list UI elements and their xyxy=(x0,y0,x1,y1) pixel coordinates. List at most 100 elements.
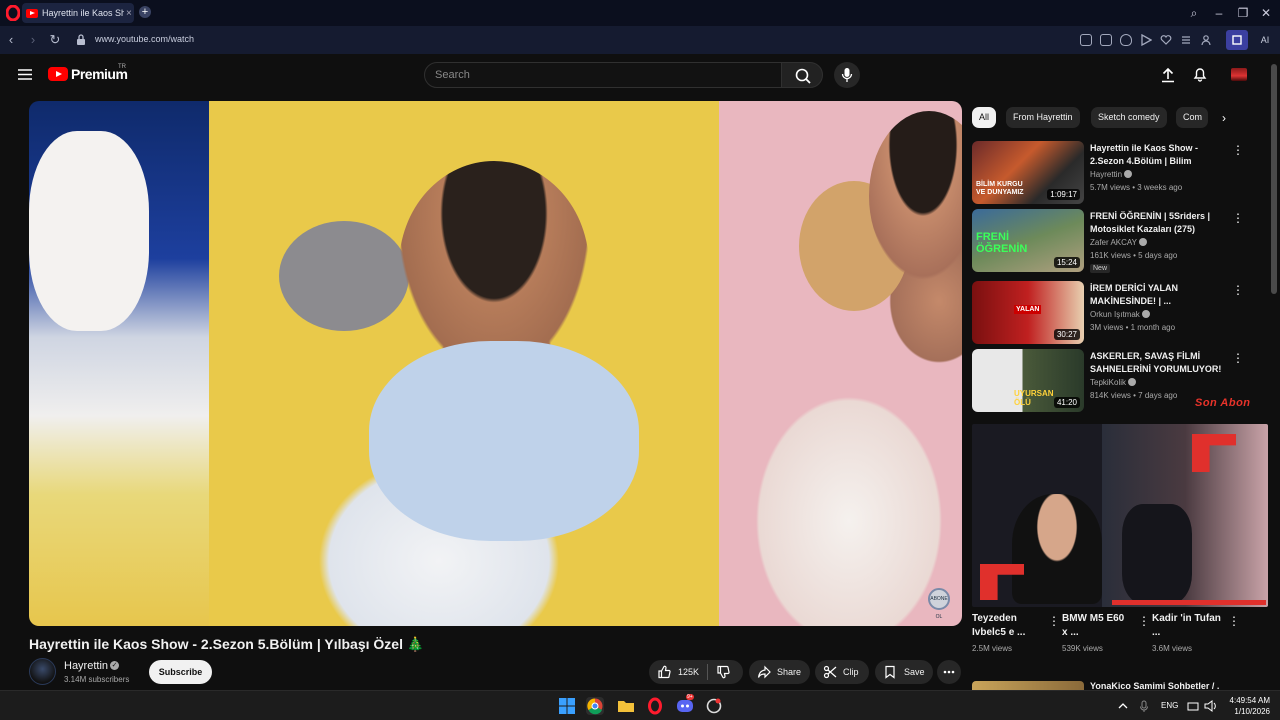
recommendation-thumbnail[interactable]: UYURSAN ÖLÜ 41:20 xyxy=(972,349,1084,412)
reload-icon[interactable]: ↻ xyxy=(47,32,63,48)
recommendation-meta: 5.7M views • 3 weeks ago xyxy=(1090,183,1183,192)
chevron-right-icon[interactable]: › xyxy=(1216,110,1232,126)
share-button[interactable]: Share xyxy=(749,660,810,684)
shorts-item[interactable]: Kadir 'in Tufan ... 3.6M views ⋮ xyxy=(1152,612,1240,653)
minimize-icon[interactable]: – xyxy=(1211,5,1227,21)
next-recommendation-title[interactable]: YonaKico Samimi Sohbetler / ... xyxy=(1090,681,1220,690)
network-icon[interactable] xyxy=(1187,697,1199,715)
opera-gx-icon[interactable] xyxy=(705,697,723,715)
video-duration: 41:20 xyxy=(1053,397,1080,408)
shorts-item[interactable]: BMW M5 E60 x ... 539K views ⋮ xyxy=(1062,612,1150,653)
search-input[interactable] xyxy=(425,63,781,87)
maximize-icon[interactable]: ❐ xyxy=(1235,5,1251,21)
chip-all[interactable]: All xyxy=(972,107,997,128)
volume-icon[interactable] xyxy=(1204,697,1218,715)
video-frame-pillow xyxy=(279,221,409,331)
recommendation-channel[interactable]: TepkiKolik xyxy=(1090,378,1137,387)
windows-taskbar: 9+ ENG 4:49:54 AM 1/10/2026 xyxy=(0,690,1280,720)
recommendation-thumbnail[interactable]: YALAN 30:27 xyxy=(972,281,1084,344)
abone-ol-watermark[interactable]: ABONE OL xyxy=(928,588,950,620)
tab-close-icon[interactable]: × xyxy=(126,8,132,19)
opera-logo-icon[interactable] xyxy=(6,5,20,21)
upload-icon[interactable] xyxy=(1160,67,1176,83)
camera-icon[interactable] xyxy=(1100,34,1112,46)
recommendation-channel[interactable]: Orkun Işıtmak xyxy=(1090,310,1150,319)
recommendation-title[interactable]: İREM DERİCİ YALAN MAKİNESİNDE! | ... xyxy=(1090,282,1226,308)
chevron-up-icon[interactable] xyxy=(1117,697,1129,715)
next-recommendation-thumbnail[interactable] xyxy=(972,681,1084,690)
recommendation-item[interactable]: YALAN 30:27 İREM DERİCİ YALAN MAKİNESİND… xyxy=(972,281,1257,345)
microphone-tray-icon[interactable] xyxy=(1138,697,1150,715)
short-title[interactable]: Teyzeden Ivbelc5 e ... xyxy=(972,612,1042,640)
channel-avatar[interactable] xyxy=(29,658,56,685)
scrollbar-thumb[interactable] xyxy=(1271,64,1277,294)
taskbar-clock[interactable]: 4:49:54 AM 1/10/2026 xyxy=(1222,695,1270,717)
hamburger-menu-icon[interactable] xyxy=(18,69,32,80)
more-vert-icon[interactable]: ⋮ xyxy=(1232,283,1244,297)
video-player[interactable]: ABONE OL xyxy=(29,101,962,626)
forward-icon[interactable]: › xyxy=(25,32,41,48)
chip-sketch-comedy[interactable]: Sketch comedy xyxy=(1091,107,1167,128)
more-vert-icon[interactable]: ⋮ xyxy=(1232,211,1244,225)
channel-name[interactable]: Hayrettin xyxy=(64,660,108,672)
close-window-icon[interactable]: ✕ xyxy=(1258,5,1274,21)
voice-search-mic-icon[interactable] xyxy=(834,62,860,88)
shield-icon[interactable] xyxy=(1120,34,1132,46)
save-button[interactable]: Save xyxy=(875,660,933,684)
notifications-bell-icon[interactable] xyxy=(1192,66,1208,82)
edit-icon[interactable] xyxy=(1080,34,1092,46)
like-dislike-group: 125K xyxy=(649,660,743,684)
heart-icon[interactable] xyxy=(1160,34,1172,46)
more-vert-icon[interactable]: ⋮ xyxy=(1048,614,1060,628)
search-tabs-icon[interactable]: ⌕ xyxy=(1186,5,1202,21)
verified-check-icon xyxy=(1128,378,1137,386)
account-avatar[interactable] xyxy=(1231,68,1247,81)
search-button[interactable] xyxy=(781,62,823,88)
play-icon[interactable] xyxy=(1140,34,1152,46)
more-vert-icon[interactable]: ⋮ xyxy=(1138,614,1150,628)
video-frame-blue-bib xyxy=(369,341,639,541)
opera-taskbar-icon[interactable] xyxy=(646,697,664,715)
more-vert-icon[interactable]: ⋮ xyxy=(1232,143,1244,157)
profile-icon[interactable] xyxy=(1200,34,1212,46)
browser-tab[interactable]: Hayrettin ile Kaos Show - × xyxy=(22,3,134,23)
dislike-button[interactable] xyxy=(708,665,730,679)
page-scrollbar[interactable] xyxy=(1268,54,1280,690)
recommendation-title[interactable]: Hayrettin ile Kaos Show - 2.Sezon 4.Bölü… xyxy=(1090,142,1226,168)
url-field[interactable]: www.youtube.com/watch xyxy=(95,34,194,44)
language-indicator[interactable]: ENG xyxy=(1161,701,1178,710)
more-actions-button[interactable] xyxy=(937,660,961,684)
recommendation-title[interactable]: ASKERLER, SAVAŞ FİLMİ SAHNELERİNİ YORUML… xyxy=(1090,350,1226,376)
chip-comedy[interactable]: Com xyxy=(1176,107,1208,128)
recommendation-channel[interactable]: Zafer AKCAY xyxy=(1090,238,1147,247)
discord-icon[interactable]: 9+ xyxy=(676,694,694,715)
new-tab-button[interactable]: + xyxy=(139,6,151,18)
chrome-icon[interactable] xyxy=(586,697,604,715)
windows-start-icon[interactable] xyxy=(558,697,576,715)
short-title[interactable]: BMW M5 E60 x ... xyxy=(1062,612,1132,640)
back-icon[interactable]: ‹ xyxy=(3,32,19,48)
recommendation-channel[interactable]: Hayrettin xyxy=(1090,170,1133,179)
recommendation-item[interactable]: BİLİM KURGU VE DUNYAMIZ 1:09:17 Hayretti… xyxy=(972,141,1257,205)
more-vert-icon[interactable]: ⋮ xyxy=(1232,351,1244,365)
more-vert-icon[interactable]: ⋮ xyxy=(1228,614,1240,628)
short-title[interactable]: Kadir 'in Tufan ... xyxy=(1152,612,1222,640)
channel-label: Zafer AKCAY xyxy=(1090,238,1137,247)
recommendation-title[interactable]: FRENİ ÖĞRENİN | 5Sriders | Motosiklet Ka… xyxy=(1090,210,1226,236)
extension-cube-icon[interactable] xyxy=(1226,30,1248,50)
video-title: Hayrettin ile Kaos Show - 2.Sezon 5.Bölü… xyxy=(29,636,425,652)
clip-button[interactable]: Clip xyxy=(815,660,869,684)
subscribe-button[interactable]: Subscribe xyxy=(149,660,212,684)
shorts-item[interactable]: Teyzeden Ivbelc5 e ... 2.5M views ⋮ xyxy=(972,612,1060,653)
list-icon[interactable] xyxy=(1180,34,1192,46)
file-explorer-icon[interactable] xyxy=(617,697,635,715)
browser-tab-bar: Hayrettin ile Kaos Show - × + ⌕ – ❐ ✕ xyxy=(0,0,1280,26)
like-button[interactable]: 125K xyxy=(649,665,699,679)
recommendation-thumbnail[interactable]: FRENİ ÖĞRENİN 15:24 xyxy=(972,209,1084,272)
share-label: Share xyxy=(777,667,802,677)
ai-button[interactable]: AI xyxy=(1252,32,1278,48)
chip-from-hayrettin[interactable]: From Hayrettin xyxy=(1006,107,1080,128)
youtube-logo-icon[interactable] xyxy=(48,67,68,81)
recommendation-thumbnail[interactable]: BİLİM KURGU VE DUNYAMIZ 1:09:17 xyxy=(972,141,1084,204)
recommendation-item[interactable]: FRENİ ÖĞRENİN 15:24 FRENİ ÖĞRENİN | 5Sri… xyxy=(972,209,1257,273)
